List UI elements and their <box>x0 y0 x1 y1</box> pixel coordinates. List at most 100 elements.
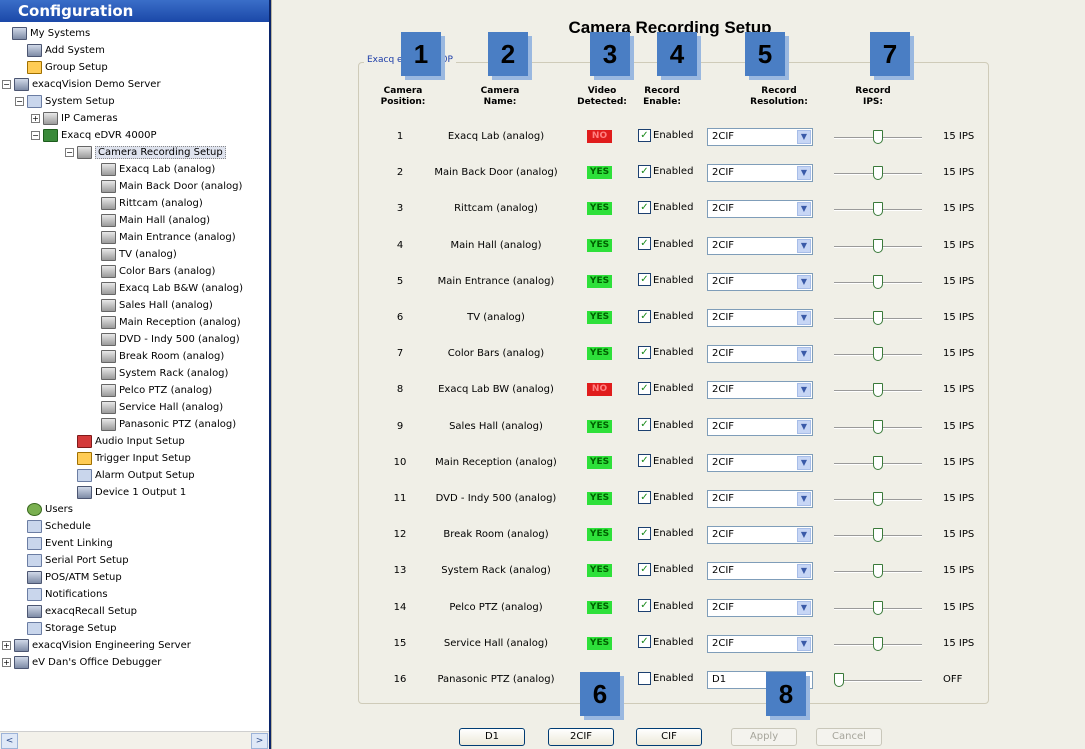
tree-item[interactable]: − System Setup <box>15 94 115 110</box>
tree-item[interactable]: Color Bars (analog) <box>101 264 215 280</box>
chevron-down-icon[interactable]: ▼ <box>797 166 811 181</box>
ips-slider[interactable] <box>834 599 922 617</box>
tree-item[interactable]: Serial Port Setup <box>27 553 129 569</box>
ips-slider[interactable] <box>834 454 922 472</box>
checkmark-icon[interactable]: ✓ <box>638 273 651 287</box>
checkmark-icon[interactable]: ✓ <box>638 635 651 649</box>
tree-item[interactable]: Rittcam (analog) <box>101 196 203 212</box>
cancel-button[interactable]: Cancel <box>816 728 882 746</box>
tree-item[interactable]: TV (analog) <box>101 247 177 263</box>
chevron-down-icon[interactable]: ▼ <box>797 455 811 470</box>
tree-item[interactable]: Event Linking <box>27 536 113 552</box>
tree-item[interactable]: Group Setup <box>27 60 108 76</box>
chevron-down-icon[interactable]: ▼ <box>797 238 811 253</box>
tree-item[interactable]: + IP Cameras <box>31 111 118 127</box>
d1-button[interactable]: D1 <box>459 728 525 746</box>
slider-thumb[interactable] <box>834 673 844 687</box>
ips-slider[interactable] <box>834 345 922 363</box>
tree-item[interactable]: Alarm Output Setup <box>77 468 195 484</box>
record-enable-checkbox[interactable]: ✓ Enabled <box>638 128 693 144</box>
slider-thumb[interactable] <box>873 202 883 217</box>
expand-icon[interactable]: + <box>2 657 11 667</box>
record-enable-checkbox[interactable]: ✓ Enabled <box>638 454 693 470</box>
apply-button[interactable]: Apply <box>731 728 797 746</box>
tree-item[interactable]: Pelco PTZ (analog) <box>101 383 212 399</box>
cif-button[interactable]: CIF <box>636 728 702 746</box>
tree-item[interactable]: Main Entrance (analog) <box>101 230 236 246</box>
resolution-select[interactable]: 2CIF ▼ <box>707 272 813 291</box>
resolution-select[interactable]: 2CIF ▼ <box>707 345 813 364</box>
checkmark-icon[interactable]: ✓ <box>638 526 651 540</box>
horizontal-scrollbar[interactable]: < > <box>0 731 269 749</box>
checkmark-icon[interactable]: ✓ <box>638 200 651 214</box>
ips-slider[interactable] <box>834 418 922 436</box>
tree-item[interactable]: Exacq Lab (analog) <box>101 162 215 178</box>
ips-slider[interactable] <box>834 562 922 580</box>
tree-item[interactable]: Audio Input Setup <box>77 434 185 450</box>
collapse-icon[interactable]: − <box>15 96 24 106</box>
checkmark-icon[interactable]: ✓ <box>638 490 651 504</box>
record-enable-checkbox[interactable]: ✓ Enabled <box>638 309 693 325</box>
tree-item[interactable]: Schedule <box>27 519 91 535</box>
ips-slider[interactable] <box>834 526 922 544</box>
configuration-tree[interactable]: My Systems Add System Group Setup − exacqVis… <box>0 22 269 730</box>
slider-thumb[interactable] <box>873 311 883 325</box>
chevron-down-icon[interactable]: ▼ <box>797 311 811 325</box>
resolution-select[interactable]: 2CIF ▼ <box>707 417 813 436</box>
tree-item[interactable]: − Camera Recording Setup <box>65 145 226 161</box>
chevron-down-icon[interactable]: ▼ <box>797 383 811 398</box>
ips-slider[interactable] <box>834 200 922 218</box>
record-enable-checkbox[interactable]: ✓ Enabled <box>638 273 693 289</box>
tree-item[interactable]: My Systems <box>12 26 90 42</box>
slider-thumb[interactable] <box>873 636 883 651</box>
checkmark-icon[interactable]: ✓ <box>638 381 651 395</box>
2cif-button[interactable]: 2CIF <box>548 728 614 746</box>
ips-slider[interactable] <box>834 671 922 689</box>
resolution-select[interactable]: 2CIF ▼ <box>707 200 813 219</box>
ips-slider[interactable] <box>834 490 922 508</box>
record-enable-checkbox[interactable]: ✓ Enabled <box>638 599 693 615</box>
slider-thumb[interactable] <box>873 166 883 181</box>
resolution-select[interactable]: 2CIF ▼ <box>707 634 813 653</box>
record-enable-checkbox[interactable]: Enabled <box>638 671 693 687</box>
record-enable-checkbox[interactable]: ✓ Enabled <box>638 237 693 253</box>
resolution-select[interactable]: 2CIF ▼ <box>707 236 813 255</box>
tree-item[interactable]: Storage Setup <box>27 621 116 637</box>
chevron-down-icon[interactable]: ▼ <box>797 564 811 579</box>
tree-item[interactable]: Break Room (analog) <box>101 349 224 365</box>
collapse-icon[interactable]: − <box>65 147 74 157</box>
record-enable-checkbox[interactable]: ✓ Enabled <box>638 164 693 180</box>
tree-item[interactable]: Main Back Door (analog) <box>101 179 242 195</box>
chevron-down-icon[interactable]: ▼ <box>797 528 811 543</box>
tree-item[interactable]: Service Hall (analog) <box>101 400 223 416</box>
tree-item[interactable]: Main Hall (analog) <box>101 213 210 229</box>
ips-slider[interactable] <box>834 635 922 653</box>
slider-thumb[interactable] <box>873 383 883 398</box>
checkmark-icon[interactable]: ✓ <box>638 454 651 468</box>
resolution-select[interactable]: 2CIF ▼ <box>707 526 813 545</box>
tree-item[interactable]: POS/ATM Setup <box>27 570 122 586</box>
slider-thumb[interactable] <box>873 419 883 434</box>
resolution-select[interactable]: 2CIF ▼ <box>707 490 813 508</box>
tree-item[interactable]: + exacqVision Engineering Server <box>2 638 191 654</box>
checkmark-icon[interactable]: ✓ <box>638 237 651 251</box>
expand-icon[interactable]: + <box>31 113 40 123</box>
tree-item[interactable]: Exacq Lab B&W (analog) <box>101 281 243 297</box>
slider-thumb[interactable] <box>873 130 883 144</box>
empty-checkbox-icon[interactable] <box>638 671 651 685</box>
chevron-down-icon[interactable]: ▼ <box>797 347 811 362</box>
record-enable-checkbox[interactable]: ✓ Enabled <box>638 526 693 542</box>
tree-item[interactable]: System Rack (analog) <box>101 366 228 382</box>
tree-item[interactable]: Add System <box>27 43 105 59</box>
checkmark-icon[interactable]: ✓ <box>638 418 651 432</box>
record-enable-checkbox[interactable]: ✓ Enabled <box>638 200 693 216</box>
resolution-select[interactable]: 2CIF ▼ <box>707 309 813 327</box>
tree-item[interactable]: Users <box>27 502 73 518</box>
resolution-select[interactable]: 2CIF ▼ <box>707 128 813 146</box>
slider-thumb[interactable] <box>873 528 883 543</box>
tree-item[interactable]: Main Reception (analog) <box>101 315 241 331</box>
record-enable-checkbox[interactable]: ✓ Enabled <box>638 562 693 578</box>
tree-item[interactable]: Device 1 Output 1 <box>77 485 186 501</box>
chevron-down-icon[interactable]: ▼ <box>797 600 811 615</box>
resolution-select[interactable]: 2CIF ▼ <box>707 164 813 183</box>
